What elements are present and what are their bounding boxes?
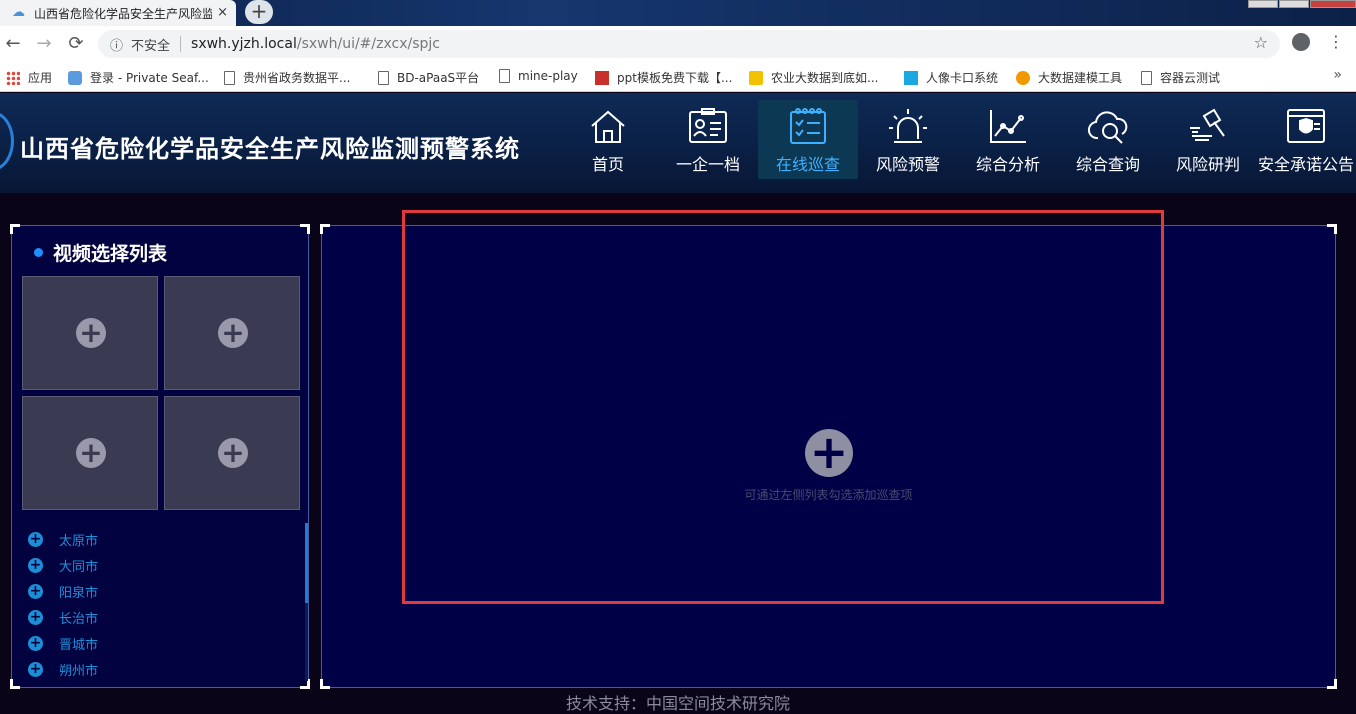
- url-host: sxwh.yjzh.local: [191, 36, 297, 52]
- scrollbar-thumb[interactable]: [305, 523, 308, 603]
- bookmarks-overflow-icon[interactable]: »: [1333, 67, 1342, 83]
- line-chart-icon: [990, 110, 1026, 143]
- cloud-search-icon: [1087, 111, 1128, 144]
- nav-risk-warning[interactable]: 风险预警: [858, 100, 958, 179]
- bookmark-mine-play[interactable]: mine-play: [499, 69, 578, 83]
- expand-plus-icon[interactable]: +: [28, 635, 43, 651]
- tree-item-datong[interactable]: + 大同市: [28, 552, 98, 578]
- bookmark-face-gate[interactable]: 人像卡口系统: [904, 69, 998, 86]
- bookmarks-bar: 应用 登录 - Private Seaf... 贵州省政务数据平... BD-a…: [0, 62, 1356, 92]
- app-header: 山西省危险化学品安全生产风险监测预警系统 首页 一企一档 在线巡查 风险预警 综…: [0, 93, 1356, 193]
- tree-item-yangquan[interactable]: + 阳泉市: [28, 578, 98, 604]
- video-select-panel: 视频选择列表 + + + + + 太原市 + 大同市 + 阳泉市 + 长治市 +…: [10, 224, 310, 689]
- panel-title: 视频选择列表: [34, 239, 167, 266]
- forward-arrow-icon[interactable]: →: [33, 33, 55, 54]
- home-icon: [591, 110, 625, 143]
- tab-title: 山西省危险化学品安全生产风险监测: [34, 6, 212, 21]
- browser-tab[interactable]: ☁ 山西省危险化学品安全生产风险监测 ×: [0, 0, 236, 26]
- bookmark-seafile[interactable]: 登录 - Private Seaf...: [68, 69, 209, 86]
- seafile-icon: [68, 70, 82, 85]
- add-icon[interactable]: +: [76, 438, 106, 468]
- nav-home[interactable]: 首页: [558, 100, 658, 179]
- id-card-icon: [689, 108, 727, 143]
- page-icon: [499, 69, 510, 83]
- bookmark-bd-apaas[interactable]: BD-aPaaS平台: [378, 69, 479, 86]
- highlight-annotation-box: [402, 210, 1164, 604]
- logo-icon: [0, 111, 14, 171]
- browser-tabstrip: ☁ 山西省危险化学品安全生产风险监测 × +: [0, 0, 1356, 26]
- gavel-icon: [1190, 108, 1225, 141]
- alarm-light-icon: [889, 109, 927, 143]
- bookmark-agri-bigdata[interactable]: 农业大数据到底如...: [749, 69, 878, 86]
- tree-item-jincheng[interactable]: + 晋城市: [28, 630, 98, 656]
- nav-enterprise-file[interactable]: 一企一档: [658, 100, 758, 179]
- cloud-favicon-icon: ☁: [12, 5, 25, 20]
- bookmark-modeling[interactable]: 大数据建模工具: [1016, 69, 1122, 86]
- video-slot-2[interactable]: +: [164, 276, 300, 390]
- video-slot-4[interactable]: +: [164, 396, 300, 510]
- video-slot-1[interactable]: +: [22, 276, 158, 390]
- url-field[interactable]: ⓘ 不安全 sxwh.yjzh.local /sxwh/ui/#/zxcx/sp…: [98, 30, 1280, 58]
- nav-safety-commitment[interactable]: 安全承诺公告: [1256, 100, 1356, 179]
- page-icon: [378, 70, 389, 85]
- ppt-icon: [595, 70, 609, 85]
- app-title: 山西省危险化学品安全生产风险监测预警系统: [20, 135, 520, 163]
- info-icon[interactable]: ⓘ: [110, 35, 123, 54]
- nav-risk-judgement[interactable]: 风险研判: [1158, 100, 1258, 179]
- tree-item-shuozhou[interactable]: + 朔州市: [28, 656, 98, 682]
- cloud-icon: [1016, 70, 1030, 85]
- checklist-icon: [790, 108, 826, 144]
- close-window-button[interactable]: [1310, 0, 1356, 8]
- nav-online-patrol[interactable]: 在线巡查: [758, 100, 858, 179]
- expand-plus-icon[interactable]: +: [28, 557, 43, 573]
- bullet-dot-icon: [34, 248, 43, 257]
- tab-close-icon[interactable]: ×: [217, 5, 228, 20]
- minimize-button[interactable]: [1248, 0, 1278, 8]
- page-icon: [224, 70, 235, 85]
- tree-item-taiyuan[interactable]: + 太原市: [28, 526, 98, 552]
- bookmark-container-cloud[interactable]: 容器云测试: [1141, 69, 1220, 86]
- sohu-icon: [749, 70, 763, 85]
- insecure-label: 不安全: [131, 38, 171, 54]
- profile-avatar-icon[interactable]: [1292, 33, 1310, 51]
- apps-grid-icon: [6, 70, 20, 85]
- shield-doc-icon: [1287, 109, 1325, 143]
- expand-plus-icon[interactable]: +: [28, 583, 43, 599]
- nav-analysis[interactable]: 综合分析: [958, 100, 1058, 179]
- address-bar: ← → ⟳ ⓘ 不安全 sxwh.yjzh.local /sxwh/ui/#/z…: [0, 26, 1356, 62]
- expand-plus-icon[interactable]: +: [28, 609, 43, 625]
- expand-plus-icon[interactable]: +: [28, 661, 43, 677]
- back-arrow-icon[interactable]: ←: [2, 33, 24, 54]
- nav-query[interactable]: 综合查询: [1058, 100, 1158, 179]
- add-icon[interactable]: +: [218, 318, 248, 348]
- new-tab-button[interactable]: +: [245, 0, 273, 24]
- browser-menu-icon[interactable]: ⋮: [1328, 32, 1344, 51]
- footer-text: 技术支持：中国空间技术研究院: [565, 694, 790, 713]
- add-icon[interactable]: +: [76, 318, 106, 348]
- maximize-button[interactable]: [1279, 0, 1309, 8]
- window-controls: [1247, 0, 1356, 8]
- bookmark-star-icon[interactable]: ☆: [1254, 33, 1268, 52]
- city-tree: + 太原市 + 大同市 + 阳泉市 + 长治市 + 晋城市 + 朔州市: [28, 526, 98, 682]
- bookmark-ppt[interactable]: ppt模板免费下载【...: [595, 69, 732, 86]
- expand-plus-icon[interactable]: +: [28, 531, 43, 547]
- city-list-scrollbar[interactable]: [305, 523, 308, 681]
- bookmark-guizhou[interactable]: 贵州省政务数据平...: [224, 69, 350, 86]
- camera-icon: [904, 70, 918, 85]
- url-path: /sxwh/ui/#/zxcx/spjc: [296, 36, 440, 52]
- add-icon[interactable]: +: [218, 438, 248, 468]
- reload-icon[interactable]: ⟳: [65, 33, 87, 54]
- bookmark-apps[interactable]: 应用: [6, 69, 52, 86]
- url-separator: [180, 36, 182, 52]
- video-slot-3[interactable]: +: [22, 396, 158, 510]
- tree-item-changzhi[interactable]: + 长治市: [28, 604, 98, 630]
- page-icon: [1141, 70, 1152, 85]
